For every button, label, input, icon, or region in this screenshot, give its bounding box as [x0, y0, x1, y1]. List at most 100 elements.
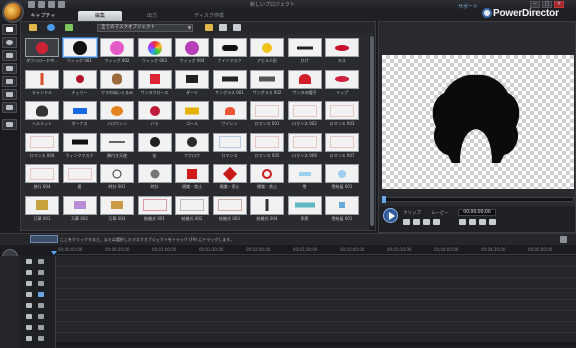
designer-icon[interactable]: [65, 24, 73, 31]
music-track[interactable]: [56, 321, 576, 322]
library-tile[interactable]: 万華 002: [62, 195, 98, 223]
library-scrollbar[interactable]: [369, 35, 375, 230]
track-enable-icon[interactable]: [26, 303, 32, 308]
library-tile[interactable]: 万華 003: [99, 195, 135, 223]
library-tile[interactable]: キャンドル: [24, 69, 60, 97]
library-tile[interactable]: ロマンス: [212, 132, 248, 160]
playhead[interactable]: [51, 251, 57, 255]
next-frame-icon[interactable]: [423, 219, 430, 225]
close-button[interactable]: ×: [554, 1, 564, 8]
transition-room-button[interactable]: [2, 89, 17, 100]
library-tile[interactable]: ナイトマスク: [212, 38, 248, 65]
library-tile[interactable]: ロマンス 007: [324, 132, 360, 160]
tab-edit[interactable]: 編集: [78, 11, 122, 21]
download-icon[interactable]: [47, 24, 55, 31]
track-enable-icon[interactable]: [26, 270, 32, 275]
media-room-button[interactable]: [2, 24, 17, 35]
library-tile[interactable]: 結婚式 004: [249, 195, 285, 223]
library-tile[interactable]: ロマンス 005: [249, 132, 285, 160]
library-tile[interactable]: 季節: [287, 195, 323, 223]
library-tile[interactable]: ウィッグ 003: [137, 38, 173, 65]
library-tile[interactable]: サングラス 001: [212, 69, 248, 97]
library-tile[interactable]: ロマンス 004: [24, 132, 60, 160]
sort-icon[interactable]: [233, 24, 241, 31]
afro-wig-object[interactable]: [430, 73, 522, 167]
fast-forward-icon[interactable]: [433, 219, 440, 225]
snapshot-icon[interactable]: [459, 219, 466, 225]
audio-track[interactable]: [56, 299, 576, 300]
library-tile[interactable]: ダーツ: [174, 69, 210, 97]
library-tile[interactable]: クマのぬいぐるみ: [99, 69, 135, 97]
library-tile[interactable]: アヒル人形: [249, 38, 285, 65]
play-button[interactable]: [383, 208, 398, 223]
redo-icon[interactable]: [48, 1, 55, 8]
library-tile[interactable]: ボーナス: [62, 101, 98, 128]
timecode-display[interactable]: 00;00;00;00: [458, 209, 496, 216]
particle-room-button[interactable]: [2, 63, 17, 74]
library-tile[interactable]: 雪結晶 001: [324, 195, 360, 223]
title-room-button[interactable]: [2, 76, 17, 87]
library-tile[interactable]: ウィッグ 001: [62, 38, 98, 65]
library-tile[interactable]: 万華 001: [24, 195, 60, 223]
library-tile[interactable]: 雪結晶 001: [324, 164, 360, 191]
library-tile[interactable]: キス: [324, 38, 360, 65]
library-tile[interactable]: 雪: [287, 164, 323, 191]
pip-room-button[interactable]: [2, 50, 17, 61]
library-tile[interactable]: 標識 - 停止: [212, 164, 248, 191]
library-tile[interactable]: バラ: [137, 101, 173, 128]
audio-mixing-button[interactable]: [2, 102, 17, 113]
timeline-settings-icon[interactable]: [560, 236, 567, 243]
new-file-icon[interactable]: [219, 24, 227, 31]
previous-frame-icon[interactable]: [413, 219, 420, 225]
minimize-button[interactable]: −: [530, 1, 540, 8]
library-tile[interactable]: 標識 - 禁止: [249, 164, 285, 191]
library-tile[interactable]: サンタの帽子: [287, 69, 323, 97]
library-tile[interactable]: チェリー: [62, 69, 98, 97]
library-tile[interactable]: 花: [137, 132, 173, 160]
library-tile[interactable]: 鎖付き天使: [99, 132, 135, 160]
volume-icon[interactable]: [469, 219, 476, 225]
library-tile[interactable]: ゴール: [174, 101, 210, 128]
library-tile[interactable]: 標識 - 禁止: [174, 164, 210, 191]
effect-room-button[interactable]: [2, 37, 17, 48]
library-tile[interactable]: ヘルメット: [24, 101, 60, 128]
fx-track[interactable]: [56, 277, 576, 278]
library-tile[interactable]: 結婚式 003: [212, 195, 248, 223]
track-enable-icon[interactable]: [26, 325, 32, 330]
library-tile[interactable]: リップ: [324, 69, 360, 97]
library-tile[interactable]: ロマンス 006: [287, 132, 323, 160]
tab-capture[interactable]: キャプチャ: [26, 11, 60, 21]
subtitle-track[interactable]: [56, 332, 576, 333]
library-tile[interactable]: ウィッグ 002: [99, 38, 135, 65]
video-track[interactable]: [56, 266, 576, 267]
library-tile[interactable]: フクロウ: [174, 132, 210, 160]
library-tile[interactable]: ウィッグ 004: [174, 38, 210, 65]
library-tile[interactable]: ロマンス 003: [324, 101, 360, 128]
timeline-scrollbar[interactable]: [56, 342, 576, 347]
library-tile[interactable]: 結婚式 001: [137, 195, 173, 223]
voice-track[interactable]: [56, 310, 576, 311]
save-icon[interactable]: [28, 1, 35, 8]
app-logo[interactable]: [2, 1, 24, 23]
track-enable-icon[interactable]: [26, 314, 32, 319]
library-tile[interactable]: サイレン: [212, 101, 248, 128]
chapter-room-button[interactable]: [2, 119, 17, 130]
clip-mode-toggle[interactable]: クリップ: [403, 210, 421, 216]
undo-icon[interactable]: [38, 1, 45, 8]
library-tile[interactable]: ハロウィン: [99, 101, 135, 128]
tab-produce[interactable]: 出力: [132, 11, 172, 21]
library-tile[interactable]: サングラス 002: [249, 69, 285, 97]
preview-seek-bar[interactable]: [382, 196, 574, 203]
import-folder-icon[interactable]: [29, 24, 37, 31]
library-tile[interactable]: 時計 001: [99, 164, 135, 191]
open-icon[interactable]: [58, 1, 65, 8]
library-tile[interactable]: 夏: [62, 164, 98, 191]
track-enable-icon[interactable]: [26, 259, 32, 264]
library-tile[interactable]: ひげ: [287, 38, 323, 65]
library-tile[interactable]: 時計: [137, 164, 173, 191]
undock-icon[interactable]: [489, 219, 496, 225]
pip-track[interactable]: [56, 288, 576, 289]
track-enable-icon[interactable]: [26, 281, 32, 286]
library-tile[interactable]: ダウンロード中...: [24, 38, 60, 65]
help-link[interactable]: サポート: [458, 3, 478, 10]
